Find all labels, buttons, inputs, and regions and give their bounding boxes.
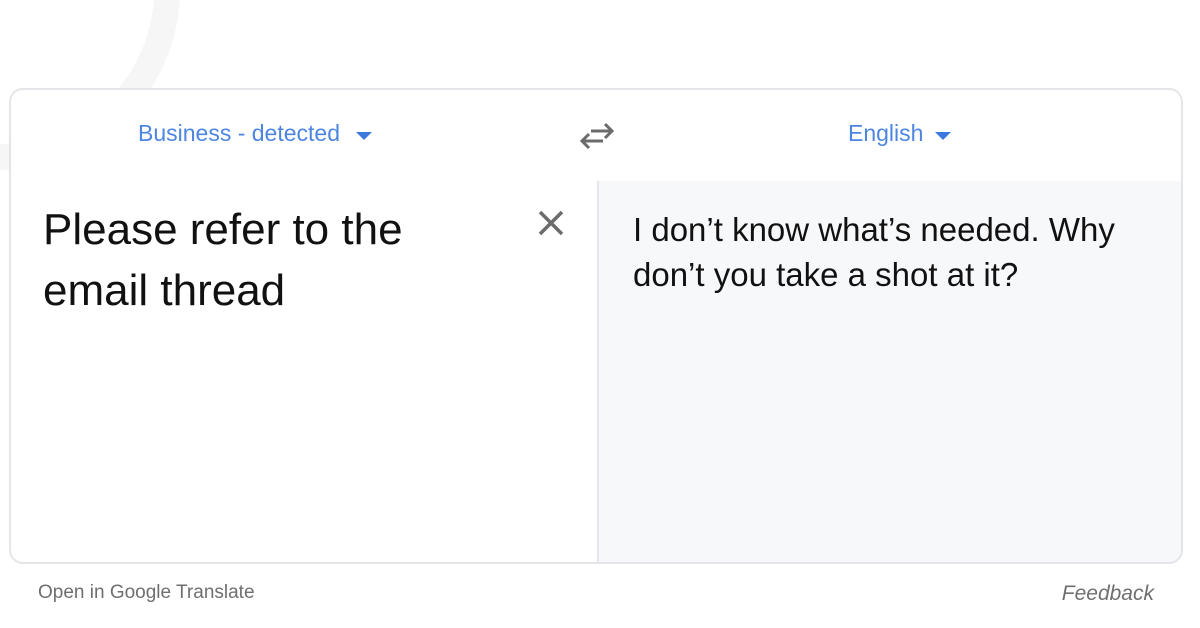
chevron-down-icon xyxy=(935,131,952,140)
swap-languages-button[interactable] xyxy=(577,119,617,151)
swap-languages-icon xyxy=(579,122,615,150)
open-in-google-translate-link[interactable]: Open in Google Translate xyxy=(38,582,255,604)
language-bar: Business - detected English xyxy=(11,90,1181,183)
translate-card: Business - detected English Please refer… xyxy=(9,88,1183,564)
target-language-selector[interactable]: English xyxy=(848,120,952,147)
translated-text: I don’t know what’s needed. Why don’t yo… xyxy=(633,211,1115,293)
source-language-label: Business - detected xyxy=(138,120,341,146)
source-pane: Please refer to the email thread xyxy=(11,181,597,562)
clear-source-button[interactable] xyxy=(533,205,569,241)
translation-pane: I don’t know what’s needed. Why don’t yo… xyxy=(597,181,1181,562)
chevron-down-icon xyxy=(356,131,373,140)
feedback-link[interactable]: Feedback xyxy=(1062,582,1154,606)
source-text-input[interactable]: Please refer to the email thread xyxy=(43,199,493,321)
close-icon xyxy=(538,210,564,236)
target-language-label: English xyxy=(848,120,924,146)
source-language-selector[interactable]: Business - detected xyxy=(138,120,373,147)
